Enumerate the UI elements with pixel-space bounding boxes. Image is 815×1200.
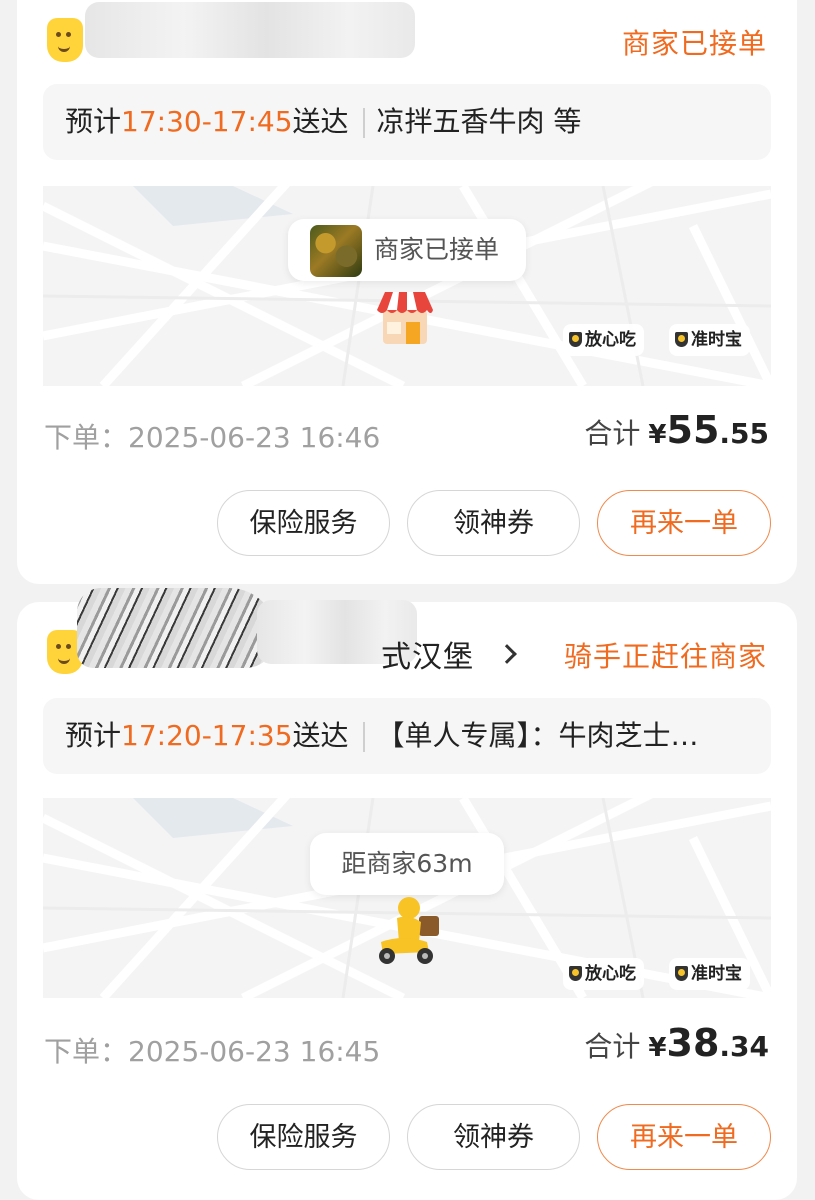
- coupon-button[interactable]: 领神券: [407, 490, 580, 556]
- chevron-right-icon[interactable]: [497, 644, 517, 664]
- divider: [362, 108, 365, 138]
- currency-symbol: ¥: [648, 420, 667, 450]
- insurance-button[interactable]: 保险服务: [217, 490, 390, 556]
- total-decimal: .55: [719, 417, 769, 450]
- total-label: 合计: [584, 1030, 641, 1063]
- safe-eat-badge: 放心吃: [563, 958, 644, 990]
- total-label: 合计: [584, 417, 641, 450]
- on-time-badge: 准时宝: [669, 324, 750, 356]
- map-bubble-text: 商家已接单: [374, 235, 500, 264]
- redacted-store-name: [85, 2, 415, 58]
- store-row[interactable]: 式汉堡 骑手正赶往商家: [47, 588, 767, 698]
- store-name[interactable]: 式汉堡: [381, 632, 474, 676]
- delivery-map[interactable]: 距商家63m 放心吃 准时宝: [43, 798, 771, 998]
- eta-time: 17:20-17:35: [121, 719, 293, 752]
- delivery-map[interactable]: 商家已接单 放心吃 准时宝: [43, 186, 771, 386]
- eta-suffix: 送达: [292, 105, 349, 138]
- order-items: 凉拌五香牛肉 等: [376, 105, 582, 138]
- order-total: 合计 ¥38.34: [584, 1021, 769, 1065]
- shield-icon: [675, 332, 688, 347]
- total-integer: 38: [666, 1021, 720, 1065]
- order-items: 【单人专属】：牛肉芝士…: [376, 719, 699, 752]
- redacted-store-logo: [77, 588, 277, 668]
- divider: [362, 722, 365, 752]
- order-status: 商家已接单: [621, 27, 767, 60]
- total-integer: 55: [666, 408, 720, 452]
- map-bubble-text: 距商家63m: [341, 849, 473, 878]
- reorder-button[interactable]: 再来一单: [597, 490, 771, 556]
- eta-time: 17:30-17:45: [121, 105, 293, 138]
- rider-icon: [379, 897, 439, 964]
- coupon-button[interactable]: 领神券: [407, 1104, 580, 1170]
- shield-icon: [569, 332, 582, 347]
- eta-bar[interactable]: 预计17:30-17:45送达 凉拌五香牛肉 等: [43, 84, 771, 160]
- reorder-button[interactable]: 再来一单: [597, 1104, 771, 1170]
- order-card[interactable]: 商家已接单 预计17:30-17:45送达 凉拌五香牛肉 等 商家已接单 放心吃…: [17, 0, 797, 584]
- store-icon: [377, 292, 433, 344]
- order-status: 骑手正赶往商家: [563, 640, 767, 673]
- store-logo: [47, 18, 83, 62]
- order-time: 下单：2025-06-23 16:46: [44, 421, 381, 454]
- map-status-bubble: 商家已接单: [288, 219, 526, 281]
- store-row[interactable]: 商家已接单: [47, 0, 767, 80]
- eta-prefix: 预计: [65, 105, 122, 138]
- total-decimal: .34: [719, 1030, 769, 1063]
- map-status-bubble: 距商家63m: [310, 833, 504, 895]
- safe-eat-badge: 放心吃: [563, 324, 644, 356]
- shield-icon: [569, 966, 582, 981]
- order-card[interactable]: 式汉堡 骑手正赶往商家 预计17:20-17:35送达【单人专属】：牛肉芝士…: [17, 588, 797, 1200]
- shield-icon: [675, 966, 688, 981]
- eta-suffix: 送达: [292, 719, 349, 752]
- eta-bar[interactable]: 预计17:20-17:35送达 【单人专属】：牛肉芝士…: [43, 698, 771, 774]
- currency-symbol: ¥: [648, 1033, 667, 1063]
- insurance-button[interactable]: 保险服务: [217, 1104, 390, 1170]
- eta-prefix: 预计: [65, 719, 122, 752]
- order-total: 合计 ¥55.55: [584, 408, 769, 452]
- order-time: 下单：2025-06-23 16:45: [44, 1035, 381, 1068]
- on-time-badge: 准时宝: [669, 958, 750, 990]
- dish-thumbnail: [310, 225, 362, 277]
